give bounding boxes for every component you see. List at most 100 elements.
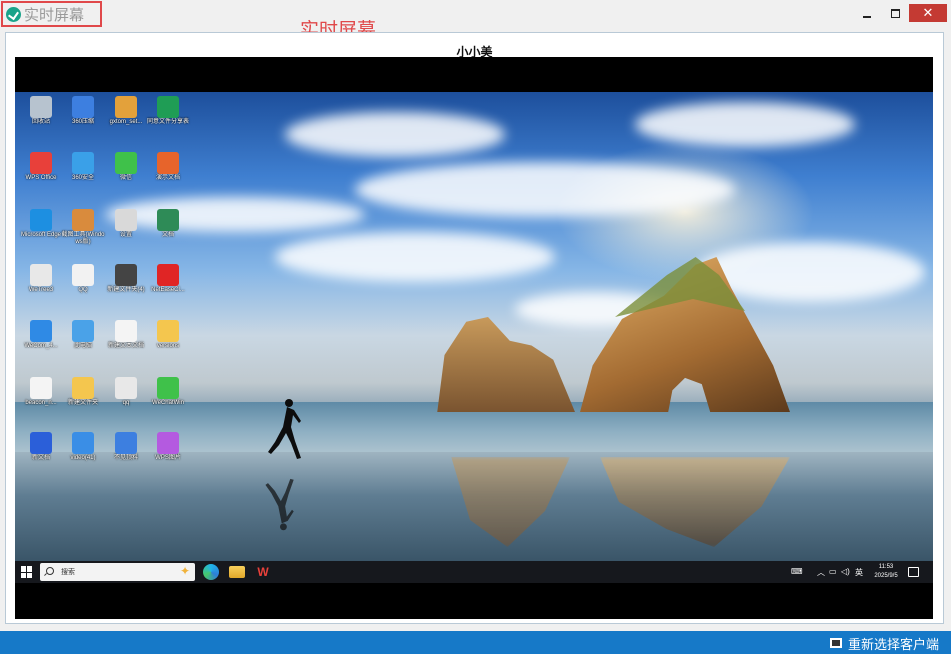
reselect-client-label: 重新选择客户端	[847, 636, 939, 652]
text-file-icon	[30, 377, 52, 399]
gear-icon	[115, 209, 137, 231]
input-language[interactable]: 英	[855, 567, 863, 578]
desktop-icon[interactable]: qq	[104, 377, 148, 407]
remote-taskbar: 搜索 ✦ W ⌨ ︿ ▭ ◁) 英 11:53 2025/9/5	[15, 561, 933, 583]
desktop-icon[interactable]: 不见顶料	[104, 432, 148, 462]
taskbar-edge-icon[interactable]	[203, 564, 219, 580]
desktop-icon[interactable]: QQ	[61, 264, 105, 294]
desktop-icon-label: 微信	[119, 175, 132, 181]
folder-icon	[157, 320, 179, 342]
wechat-icon	[115, 152, 137, 174]
desktop-icon[interactable]: 回收站	[19, 96, 63, 126]
desktop-icon[interactable]: gxtom_set...	[104, 96, 148, 126]
desktop-icon[interactable]: 新建文本文档	[104, 320, 148, 350]
folder-image-icon	[115, 264, 137, 286]
desktop-icon-label: 360压缩	[71, 119, 94, 125]
taskbar-wps-icon[interactable]: W	[255, 564, 271, 580]
desktop-icon-label: versions	[156, 343, 180, 349]
maximize-button[interactable]	[885, 4, 905, 22]
archive-icon	[72, 96, 94, 118]
status-bar: 重新选择客户端	[0, 631, 951, 654]
desktop-icon[interactable]: WPS图片	[146, 432, 190, 462]
minimize-button[interactable]	[857, 4, 877, 22]
clock-date: 2025/9/5	[874, 573, 898, 579]
settings-app-icon	[115, 96, 137, 118]
desktop-icon-label: WPS图片	[155, 455, 181, 461]
desktop-icon-label: 360安全	[71, 175, 94, 181]
taskbar-file-explorer-icon[interactable]	[229, 566, 245, 578]
runner-reflection	[265, 478, 294, 531]
desktop-icon[interactable]: WPS Office	[19, 152, 63, 182]
desktop-icon[interactable]: 新建文件夹	[61, 377, 105, 407]
desktop-icon[interactable]: WeTree3	[19, 264, 63, 294]
video-file-icon	[72, 432, 94, 454]
desktop-icon[interactable]: Microsoft Edge	[19, 209, 63, 239]
desktop-icon-label: qq	[122, 400, 130, 406]
desktop-icon-label: 演示文档	[155, 175, 180, 181]
desktop-icon[interactable]: 新建文件夹(4)	[104, 264, 148, 294]
desktop-icon-label: 此电脑	[73, 343, 92, 349]
remote-desktop-wallpaper[interactable]: 回收站 360压缩 gxtom_set... 同意文件分享表 WPS Office 360…	[15, 92, 933, 561]
qq-icon	[72, 264, 94, 286]
desktop-icon[interactable]: WeCom_4...	[19, 320, 63, 350]
desktop-icon[interactable]: 360安全	[61, 152, 105, 182]
desktop-icon-label: 新建文本文档	[107, 343, 144, 349]
desktop-icon[interactable]: 演示文档	[146, 152, 190, 182]
desktop-icon[interactable]: 此电脑	[61, 320, 105, 350]
keyboard-icon[interactable]: ⌨	[791, 567, 803, 576]
tray-chevron-up-icon[interactable]: ︿	[817, 567, 825, 578]
desktop-icon-label: WPS Office	[25, 175, 57, 181]
taskbar-clock[interactable]: 11:53 2025/9/5	[871, 563, 901, 581]
wallpaper-cloud	[285, 112, 505, 157]
desktop-icon-label: 新建文件夹(4)	[107, 287, 145, 293]
desktop-icon-label: QQ	[78, 287, 88, 293]
network-icon[interactable]: ▭	[829, 567, 837, 576]
recycle-bin-icon	[30, 96, 52, 118]
volume-icon[interactable]: ◁)	[841, 567, 850, 576]
desktop-icon[interactable]: 设置	[104, 209, 148, 239]
desktop-icon[interactable]: 微信	[104, 152, 148, 182]
file-icon	[30, 264, 52, 286]
search-placeholder: 搜索	[61, 569, 75, 576]
desktop-icon-label: WeCom_4...	[24, 343, 58, 349]
wallpaper-cloud	[635, 102, 855, 147]
desktop-icon-label: video(41)	[70, 455, 96, 461]
desktop-icon[interactable]: 截图工具(Windows版)	[61, 209, 105, 246]
close-button[interactable]: ✕	[909, 4, 947, 22]
desktop-icon-label: 同意文件分享表	[146, 119, 189, 125]
taskbar-search-box[interactable]: 搜索 ✦	[40, 563, 195, 581]
text-file-icon	[115, 320, 137, 342]
edge-icon	[30, 209, 52, 231]
wallpaper-cloud	[275, 232, 555, 282]
desktop-icon-label: 新建文件夹	[67, 400, 98, 406]
desktop-icon[interactable]: 360压缩	[61, 96, 105, 126]
reselect-client-button[interactable]: 重新选择客户端	[829, 634, 939, 652]
wallpaper-cloud	[355, 162, 735, 217]
netease-music-icon	[157, 264, 179, 286]
desktop-icon[interactable]: WeChatWin	[146, 377, 190, 407]
wecom-icon	[30, 320, 52, 342]
remote-screen[interactable]: 回收站 360压缩 gxtom_set... 同意文件分享表 WPS Office 360…	[15, 57, 933, 619]
desktop-icon[interactable]: 文档	[146, 209, 190, 239]
spreadsheet-icon	[157, 96, 179, 118]
title-bar: 实时屏幕 实时屏幕 ✕	[0, 0, 951, 41]
desktop-icon[interactable]: 新文档	[19, 432, 63, 462]
qq-shortcut-icon	[115, 377, 137, 399]
windows-start-icon[interactable]	[21, 566, 33, 578]
desktop-icon[interactable]: 同意文件分享表	[146, 96, 190, 126]
desktop-icon-label: NetEaseCl...	[151, 287, 185, 293]
window-title: 实时屏幕	[24, 6, 85, 24]
document-icon	[157, 209, 179, 231]
notification-icon[interactable]	[908, 567, 919, 577]
desktop-icon[interactable]: NetEaseCl...	[146, 264, 190, 294]
desktop-icon[interactable]: versions	[146, 320, 190, 350]
desktop-icon-label: WeChatWin	[152, 400, 184, 406]
desktop-icon-label: 文档	[161, 232, 174, 238]
desktop-icon-label: Microsoft Edge	[20, 232, 62, 238]
desktop-icon-label: 截图工具(Windows版)	[61, 232, 105, 245]
desktop-icon[interactable]: beacon_n...	[19, 377, 63, 407]
snipping-tool-icon	[72, 209, 94, 231]
desktop-icon-label: gxtom_set...	[109, 119, 143, 125]
desktop-icon[interactable]: video(41)	[61, 432, 105, 462]
desktop-icon-label: 回收站	[31, 119, 50, 125]
